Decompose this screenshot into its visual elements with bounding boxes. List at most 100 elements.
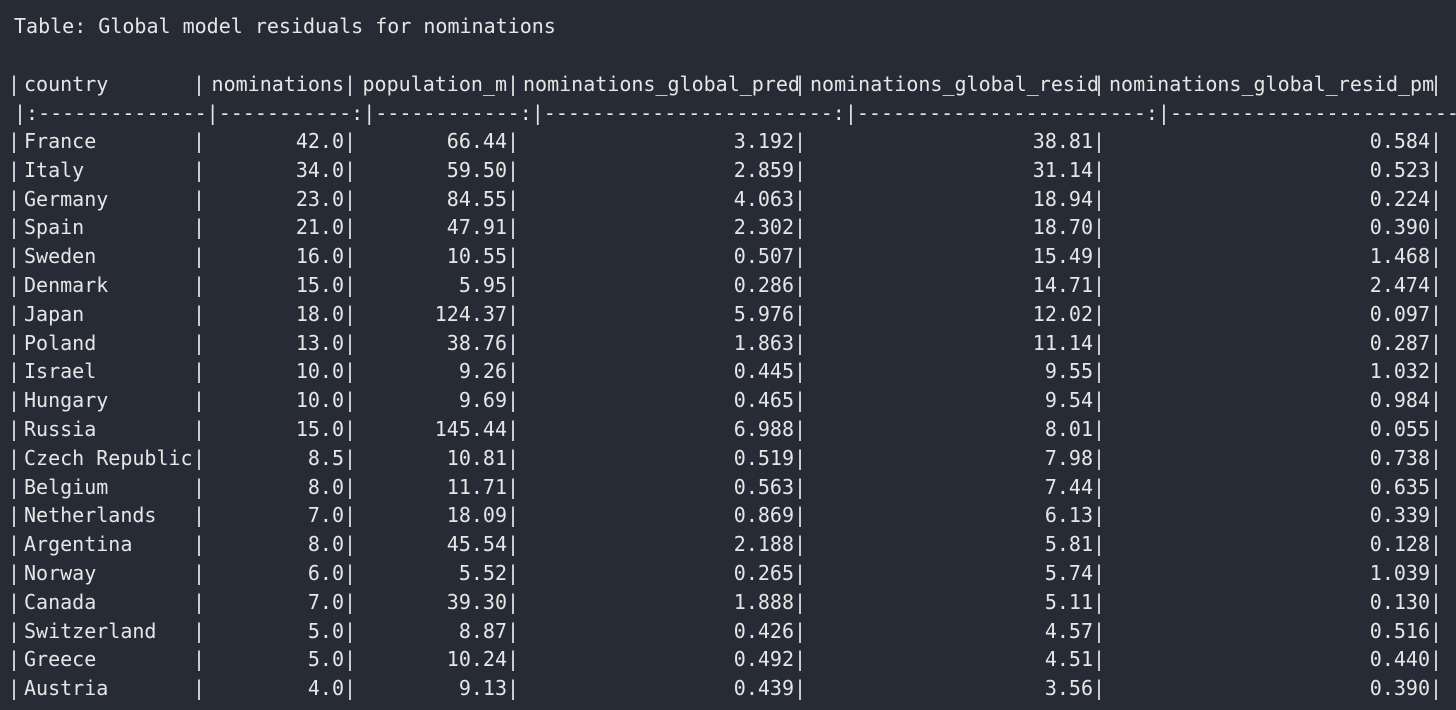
table-cell: Germany — [24, 186, 109, 211]
table-cell: 2.188 — [733, 532, 794, 557]
table-cell: 0.492 — [733, 647, 794, 672]
column-divider: | — [794, 330, 807, 355]
column-divider: | — [507, 474, 520, 499]
table-cell: 5.976 — [733, 301, 794, 326]
table-cell: Israel — [24, 359, 97, 384]
column-divider: | — [794, 359, 807, 384]
column-divider: | — [1093, 589, 1106, 614]
column-divider: | — [193, 186, 206, 211]
column-header: nominations_global_pred — [523, 72, 800, 96]
column-divider: | — [794, 561, 807, 585]
table-cell: 8.87 — [458, 618, 507, 643]
table-cell: 42.0 — [295, 129, 344, 153]
column-divider: | — [8, 273, 21, 297]
table-cell: 12.02 — [1032, 301, 1093, 326]
column-divider: | — [1430, 186, 1443, 211]
column-divider: | — [1430, 503, 1443, 528]
table-cell: 0.507 — [733, 244, 794, 269]
table-row: | | | | | | | Spain 21.0 47.91 2.302 18.70 0.390 — [0, 213, 1456, 242]
column-divider: | — [1093, 186, 1106, 211]
column-divider: | — [1430, 157, 1443, 182]
table-cell: 5.11 — [1044, 589, 1093, 614]
column-divider: | — [8, 359, 21, 384]
column-divider: | — [193, 359, 206, 384]
column-divider: | — [1093, 474, 1106, 499]
column-divider: | — [507, 561, 520, 585]
column-divider: | — [344, 301, 357, 326]
column-divider: | — [8, 72, 21, 96]
table-cell: 0.519 — [733, 445, 794, 470]
table-row: | | | | | | | Hungary 10.0 9.69 0.465 9.54 0.984 — [0, 386, 1456, 415]
column-divider: | — [193, 244, 206, 269]
table-cell: 10.0 — [295, 359, 344, 384]
column-divider: | — [1430, 330, 1443, 355]
table-cell: 9.13 — [458, 676, 507, 701]
column-divider: | — [8, 532, 21, 557]
terminal-output: Table: Global model residuals for nomina… — [0, 0, 1456, 710]
table-cell: 31.14 — [1032, 157, 1093, 182]
table-cell: 10.24 — [446, 647, 507, 672]
table-cell: France — [24, 129, 97, 153]
table-cell: 14.71 — [1032, 273, 1093, 297]
table-row: | | | | | | | France 42.0 66.44 3.192 38.81 0.584 — [0, 127, 1456, 156]
table-cell: 1.039 — [1369, 561, 1430, 585]
column-header: nominations — [211, 72, 344, 96]
column-divider: | — [344, 359, 357, 384]
table-row: | | | | | | | Argentina 8.0 45.54 2.188 5.81 0.128 — [0, 530, 1456, 559]
table-cell: 0.097 — [1369, 301, 1430, 326]
column-divider: | — [344, 330, 357, 355]
table-cell: Austria — [24, 676, 109, 701]
column-divider: | — [507, 445, 520, 470]
column-divider: | — [1093, 301, 1106, 326]
table-separator: |:--------------|-----------:|----------… — [14, 100, 1456, 125]
table-cell: 6.988 — [733, 417, 794, 441]
column-divider: | — [507, 273, 520, 297]
column-divider: | — [507, 330, 520, 355]
column-divider: | — [193, 72, 206, 96]
table-cell: 4.57 — [1044, 618, 1093, 643]
column-divider: | — [794, 503, 807, 528]
column-divider: | — [794, 647, 807, 672]
table-cell: 13.0 — [295, 330, 344, 355]
column-divider: | — [344, 215, 357, 240]
column-divider: | — [193, 647, 206, 672]
table-cell: 9.26 — [458, 359, 507, 384]
table-cell: 0.390 — [1369, 676, 1430, 701]
table-cell: 0.869 — [733, 503, 794, 528]
table-cell: 0.984 — [1369, 388, 1430, 413]
table-cell: Greece — [24, 647, 97, 672]
table-row: | | | | | | | Israel 10.0 9.26 0.445 9.55 1.032 — [0, 357, 1456, 386]
column-divider: | — [8, 330, 21, 355]
column-divider: | — [193, 474, 206, 499]
column-divider: | — [794, 676, 807, 701]
table-row: | | | | | | | Germany 23.0 84.55 4.063 18.94 0.224 — [0, 185, 1456, 214]
column-divider: | — [193, 215, 206, 240]
column-divider: | — [193, 417, 206, 441]
table-cell: 1.888 — [733, 589, 794, 614]
column-divider: | — [344, 445, 357, 470]
table-cell: 11.71 — [446, 474, 507, 499]
column-divider: | — [344, 474, 357, 499]
table-cell: 7.0 — [307, 589, 344, 614]
table-cell: Sweden — [24, 244, 97, 269]
table-cell: Netherlands — [24, 503, 157, 528]
column-divider: | — [8, 647, 21, 672]
column-divider: | — [1430, 359, 1443, 384]
column-divider: | — [8, 676, 21, 701]
column-divider: | — [193, 388, 206, 413]
table-cell: Denmark — [24, 273, 109, 297]
column-divider: | — [507, 129, 520, 153]
column-divider: | — [8, 474, 21, 499]
column-divider: | — [1093, 618, 1106, 643]
table-cell: Norway — [24, 561, 97, 585]
table-cell: 9.69 — [458, 388, 507, 413]
table-cell: 21.0 — [295, 215, 344, 240]
table-cell: 7.44 — [1044, 474, 1093, 499]
column-divider: | — [1093, 129, 1106, 153]
column-divider: | — [507, 359, 520, 384]
table-cell: 7.98 — [1044, 445, 1093, 470]
column-divider: | — [1093, 273, 1106, 297]
column-divider: | — [507, 244, 520, 269]
table-row: | | | | | | | Austria 4.0 9.13 0.439 3.56 0.390 — [0, 674, 1456, 703]
table-cell: 0.130 — [1369, 589, 1430, 614]
